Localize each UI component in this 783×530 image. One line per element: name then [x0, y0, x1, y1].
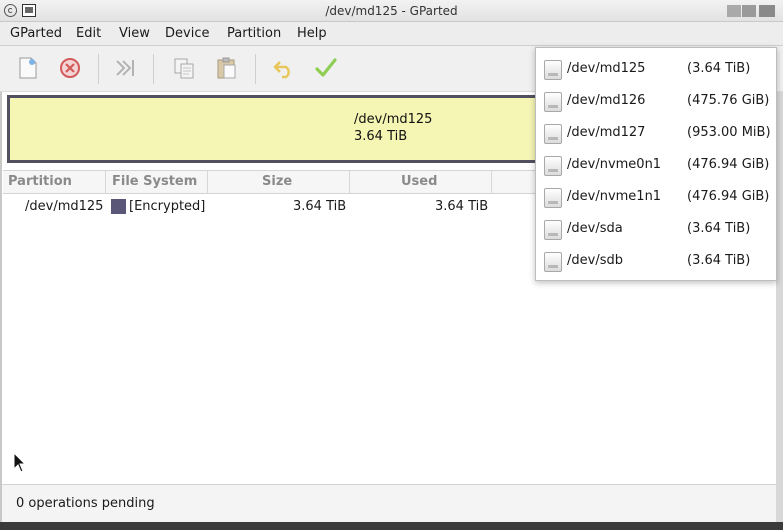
- menu-bar: GParted Edit View Device Partition Help: [0, 22, 783, 46]
- device-item-md126[interactable]: /dev/md126 (475.76 GiB): [536, 86, 776, 118]
- device-name: /dev/nvme1n1: [567, 189, 662, 204]
- device-size: (3.64 TiB): [687, 61, 751, 76]
- drive-icon: [544, 60, 562, 80]
- devices-dropdown-menu: /dev/md125 (3.64 TiB) /dev/md126 (475.76…: [535, 47, 777, 281]
- window-title: /dev/md125 - GParted: [325, 4, 458, 18]
- partition-table-header: Partition File System Size Used: [3, 170, 543, 194]
- undo-icon: [273, 61, 290, 79]
- paste-button[interactable]: [213, 54, 241, 82]
- toolbar-separator: [153, 54, 154, 84]
- resize-move-icon: [116, 60, 134, 76]
- window-border-right: [776, 22, 783, 522]
- column-header-size[interactable]: Size: [262, 174, 292, 189]
- menu-partition[interactable]: Partition: [227, 26, 281, 41]
- column-header-partition[interactable]: Partition: [8, 174, 72, 189]
- new-partition-button[interactable]: [14, 54, 42, 82]
- column-separator: [349, 171, 350, 194]
- device-item-md127[interactable]: /dev/md127 (953.00 MiB): [536, 118, 776, 150]
- drive-icon: [544, 156, 562, 176]
- copy-button[interactable]: [170, 54, 198, 82]
- delete-icon: [60, 58, 80, 78]
- delete-button[interactable]: [56, 54, 84, 82]
- maximize-button[interactable]: [742, 5, 756, 17]
- cell-partition: /dev/md125: [25, 199, 104, 214]
- menu-edit[interactable]: Edit: [76, 26, 101, 41]
- device-name: /dev/md127: [567, 125, 646, 140]
- menu-gparted[interactable]: GParted: [10, 26, 62, 41]
- device-name: /dev/sda: [567, 221, 623, 236]
- device-name: /dev/sdb: [567, 253, 623, 268]
- undo-button[interactable]: [270, 54, 298, 82]
- new-partition-icon: [19, 57, 37, 79]
- column-separator: [491, 171, 492, 194]
- device-size: (953.00 MiB): [687, 125, 771, 140]
- minimize-button[interactable]: [727, 5, 741, 17]
- table-row[interactable]: /dev/md125 [Encrypted] 3.64 TiB 3.64 TiB: [3, 197, 543, 217]
- toolbar-separator: [98, 54, 99, 84]
- device-item-sdb[interactable]: /dev/sdb (3.64 TiB): [536, 246, 776, 278]
- drive-icon: [544, 92, 562, 112]
- cell-size: 3.64 TiB: [293, 199, 347, 214]
- column-header-file-system[interactable]: File System: [112, 174, 197, 189]
- apply-icon: [315, 58, 337, 77]
- device-size: (476.94 GiB): [687, 157, 770, 172]
- device-size: (476.94 GiB): [687, 189, 770, 204]
- cell-used: 3.64 TiB: [435, 199, 489, 214]
- device-name: /dev/md125: [567, 61, 646, 76]
- disk-map[interactable]: /dev/md125 3.64 TiB: [7, 95, 547, 163]
- drive-icon: [544, 220, 562, 240]
- status-bar: 0 operations pending: [2, 484, 776, 522]
- title-bar: /dev/md125 - GParted: [0, 0, 783, 22]
- status-text: 0 operations pending: [16, 496, 155, 511]
- device-size: (3.64 TiB): [687, 253, 751, 268]
- paste-icon: [217, 57, 236, 79]
- close-button[interactable]: [759, 5, 775, 17]
- filesystem-color-swatch: [111, 199, 126, 214]
- apply-button[interactable]: [312, 54, 340, 82]
- device-item-md125[interactable]: /dev/md125 (3.64 TiB): [536, 54, 776, 86]
- device-item-nvme0n1[interactable]: /dev/nvme0n1 (476.94 GiB): [536, 150, 776, 182]
- drive-icon: [544, 124, 562, 144]
- device-size: (3.64 TiB): [687, 221, 751, 236]
- cell-filesystem: [Encrypted]: [129, 199, 206, 214]
- device-name: /dev/nvme0n1: [567, 157, 662, 172]
- column-separator: [207, 171, 208, 194]
- device-name: /dev/md126: [567, 93, 646, 108]
- disk-map-name: /dev/md125: [354, 112, 433, 127]
- toolbar-separator: [255, 54, 256, 84]
- menu-view[interactable]: View: [119, 26, 150, 41]
- window-border-left: [0, 22, 2, 522]
- resize-move-button[interactable]: [111, 54, 139, 82]
- drive-icon: [544, 252, 562, 272]
- menu-device[interactable]: Device: [165, 26, 209, 41]
- column-separator: [105, 171, 106, 194]
- menu-help[interactable]: Help: [297, 26, 327, 41]
- disk-map-size: 3.64 TiB: [354, 129, 408, 144]
- drive-icon: [544, 188, 562, 208]
- column-header-used[interactable]: Used: [401, 174, 437, 189]
- window-bottom-edge: [0, 522, 783, 530]
- device-size: (475.76 GiB): [687, 93, 770, 108]
- device-item-nvme1n1[interactable]: /dev/nvme1n1 (476.94 GiB): [536, 182, 776, 214]
- device-item-sda[interactable]: /dev/sda (3.64 TiB): [536, 214, 776, 246]
- mouse-cursor-icon: [13, 452, 27, 473]
- copy-icon: [174, 58, 194, 79]
